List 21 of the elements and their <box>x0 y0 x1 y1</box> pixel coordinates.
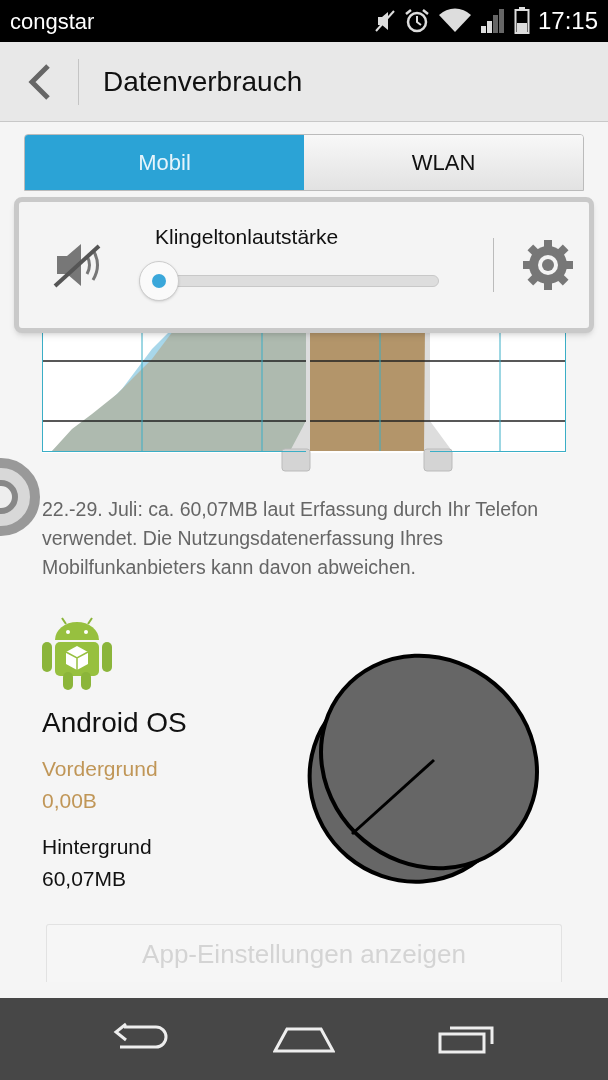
alarm-icon <box>403 8 430 34</box>
background-value: 60,07MB <box>42 866 128 892</box>
wifi-icon <box>437 8 472 34</box>
usage-summary: 22.-29. Juli: ca. 60,07MB laut Erfassung durch Ihr Telefon verwendet. Die Nutzungsdatenerfassung Ihres Mobilfunkanbieters kann davon abweichen. <box>42 497 540 580</box>
volume-title: Klingeltonlautstärke <box>155 224 340 251</box>
volume-slider-thumb[interactable] <box>139 260 179 301</box>
foreground-label: Vordergrund <box>42 756 159 782</box>
tab[interactable]: WLAN <box>304 135 583 190</box>
battery-icon <box>513 7 530 35</box>
clock-time: 17:15 <box>537 6 598 36</box>
back-icon <box>26 62 52 101</box>
background-label: Hintergrund <box>42 834 153 860</box>
settings-icon[interactable] <box>522 239 574 291</box>
tab[interactable]: Mobil <box>25 135 304 190</box>
foreground-value: 0,00B <box>42 788 98 814</box>
recent-apps-icon[interactable] <box>438 1024 497 1054</box>
mute-icon <box>373 9 396 33</box>
signal-icon <box>479 8 506 34</box>
page-title: Datenverbrauch <box>103 64 303 99</box>
app-name: Android OS <box>42 706 188 740</box>
carrier-name: congstar <box>10 7 95 36</box>
